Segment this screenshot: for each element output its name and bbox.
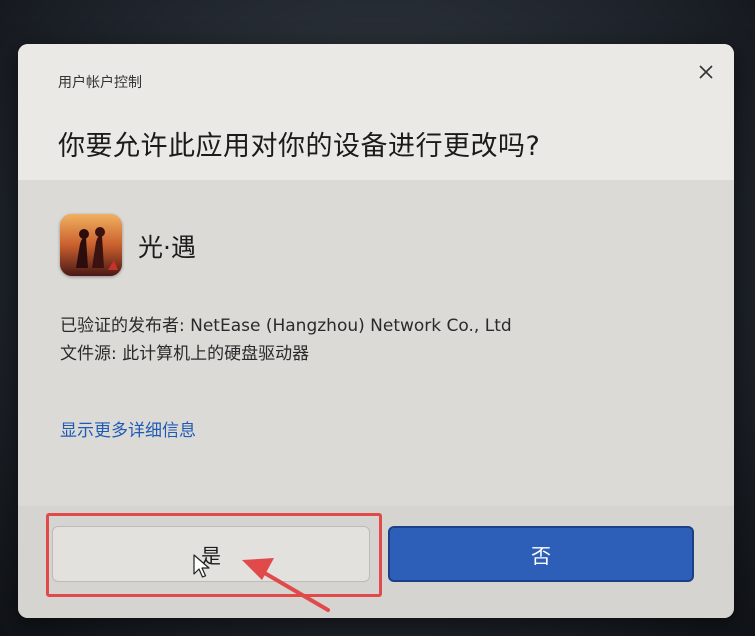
uac-dialog: 用户帐户控制 你要允许此应用对你的设备进行更改吗? 光·遇 已验证的发布者: N… [18,44,734,618]
close-icon [699,65,713,79]
app-name: 光·遇 [138,233,196,262]
dialog-title: 用户帐户控制 [58,75,142,91]
app-info: 已验证的发布者: NetEase (Hangzhou) Network Co.,… [60,312,512,368]
show-more-details-link[interactable]: 显示更多详细信息 [60,416,196,441]
source-line: 文件源: 此计算机上的硬盘驱动器 [60,344,310,364]
close-button[interactable] [692,58,720,86]
annotation-highlight-box [46,513,382,597]
mouse-pointer-icon [193,554,210,578]
sky-game-icon [60,214,122,276]
publisher-line: 已验证的发布者: NetEase (Hangzhou) Network Co.,… [60,316,512,336]
no-button[interactable]: 否 [388,526,694,582]
permission-question: 你要允许此应用对你的设备进行更改吗? [58,131,541,162]
app-icon [60,214,122,276]
